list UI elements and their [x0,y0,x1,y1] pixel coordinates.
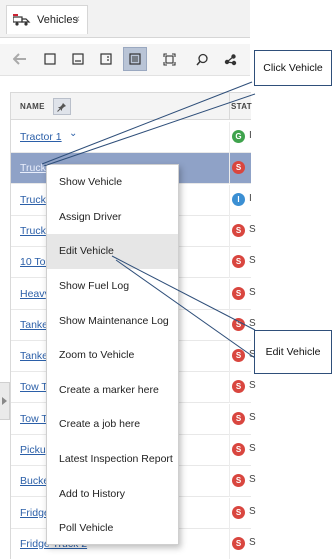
status-icon: S [232,223,245,237]
status-text: S [249,411,256,423]
column-divider [229,466,230,498]
status-text: S [249,536,256,548]
status-icon: S [232,443,245,456]
vehicle-name-link[interactable]: Truck [20,225,46,237]
collapse-panel-handle[interactable] [0,382,10,420]
pin-icon [57,102,66,112]
close-icon[interactable]: × [74,14,80,25]
status-icon: S [232,411,245,425]
column-divider [229,153,230,185]
status-icon: S [232,380,245,394]
callout-click-vehicle: Click Vehicle [254,50,332,86]
column-divider [229,93,230,119]
context-menu-item[interactable]: Show Maintenance Log [47,303,178,338]
toolbar [0,44,250,76]
pin-column-button[interactable] [53,98,71,115]
vehicle-name-link[interactable]: Tow T [20,413,48,425]
column-divider [229,403,230,435]
truck-icon [13,14,31,26]
status-text: S [249,255,256,267]
context-menu-item[interactable]: Show Vehicle [47,165,178,200]
status-text: S [249,286,256,298]
column-divider [229,122,230,153]
status-icon: S [232,505,245,519]
column-header-name[interactable]: NAME [20,102,45,111]
status-icon: I [232,192,245,206]
status-icon: S [232,317,245,331]
status-icon: S [232,349,245,363]
panel-bottom-button[interactable] [66,47,90,71]
status-text: S [249,443,256,454]
context-menu-item[interactable]: Show Fuel Log [47,269,178,304]
context-menu-item[interactable]: Latest Inspection Report [47,442,178,477]
share-icon [224,53,236,65]
column-divider [229,309,230,341]
status-icon: S [232,286,245,300]
tab-vehicles[interactable]: Vehicles × [6,5,88,34]
vehicle-name-link[interactable]: Truck [20,162,46,174]
back-arrow-icon [13,53,26,65]
list-view-icon [129,53,141,65]
column-divider [229,184,230,216]
context-menu: Show Vehicle Assign Driver Edit Vehicle Sho… [46,164,179,545]
select-icon [44,53,56,65]
column-header-status[interactable]: STAT [231,102,252,111]
status-text: I [249,192,252,204]
table-row[interactable]: Tractor 1 ⌄ G I [11,122,252,153]
status-icon: G [232,130,245,143]
vehicle-name-link[interactable]: Tow T [20,381,48,393]
status-text: I [249,130,252,141]
status-icon: S [232,536,245,550]
status-text: S [249,380,256,392]
vehicle-name-link[interactable]: Truck [20,194,46,206]
panel-right-icon [100,53,112,65]
column-divider [229,278,230,310]
search-icon [195,53,208,65]
column-divider [229,341,230,373]
context-menu-item[interactable]: Add to History [47,476,178,511]
search-button[interactable] [190,47,214,71]
status-text: S [249,505,256,517]
chevron-down-icon[interactable]: ⌄ [69,128,77,139]
column-divider [229,497,230,529]
tab-bar: Vehicles × [0,0,250,38]
panel-right-button[interactable] [94,47,118,71]
column-divider [229,215,230,247]
back-button[interactable] [8,47,32,71]
tab-label: Vehicles [37,14,78,26]
fit-button[interactable] [157,47,181,71]
grid-header: NAME STAT [11,92,252,120]
status-text: S [249,317,256,329]
status-icon: S [232,161,245,175]
context-menu-item[interactable]: Poll Vehicle [47,511,178,546]
panel-bottom-icon [72,53,84,65]
context-menu-item[interactable]: Zoom to Vehicle [47,338,178,373]
column-divider [229,528,230,559]
status-icon: S [232,474,245,488]
callout-edit-vehicle: Edit Vehicle [254,330,332,374]
share-button[interactable] [218,47,242,71]
context-menu-item[interactable]: Create a marker here [47,373,178,408]
chevron-right-icon [2,397,7,405]
status-icon: S [232,255,245,269]
context-menu-item[interactable]: Assign Driver [47,200,178,235]
column-divider [229,435,230,466]
fit-icon [162,52,176,66]
column-divider [229,247,230,279]
column-divider [229,372,230,404]
context-menu-item[interactable]: Edit Vehicle [47,234,178,269]
vehicle-name-link[interactable]: Tractor 1 [20,131,62,143]
select-button[interactable] [38,47,62,71]
status-text: S [249,474,256,486]
context-menu-item[interactable]: Create a job here [47,407,178,442]
status-text: S [249,223,256,235]
list-view-button[interactable] [123,47,147,71]
